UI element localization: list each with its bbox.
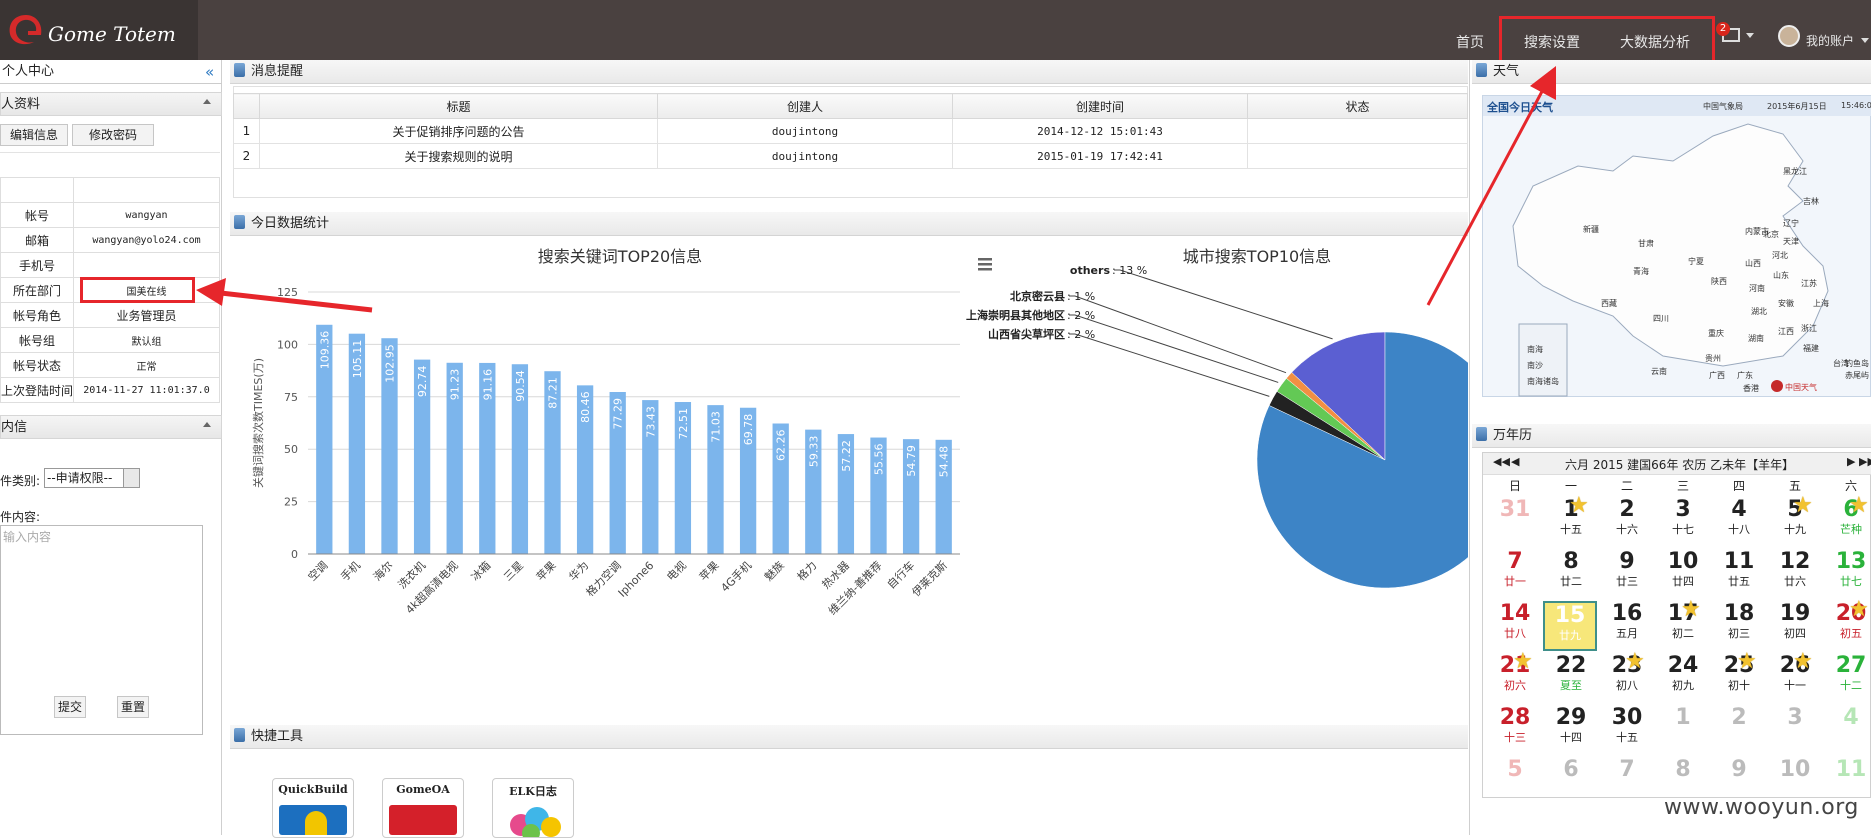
watermark: www.wooyun.org [1664,795,1859,820]
arrow-to-nav [1426,66,1556,306]
annotation-arrows [196,66,1556,313]
arrow-to-role [196,278,373,313]
